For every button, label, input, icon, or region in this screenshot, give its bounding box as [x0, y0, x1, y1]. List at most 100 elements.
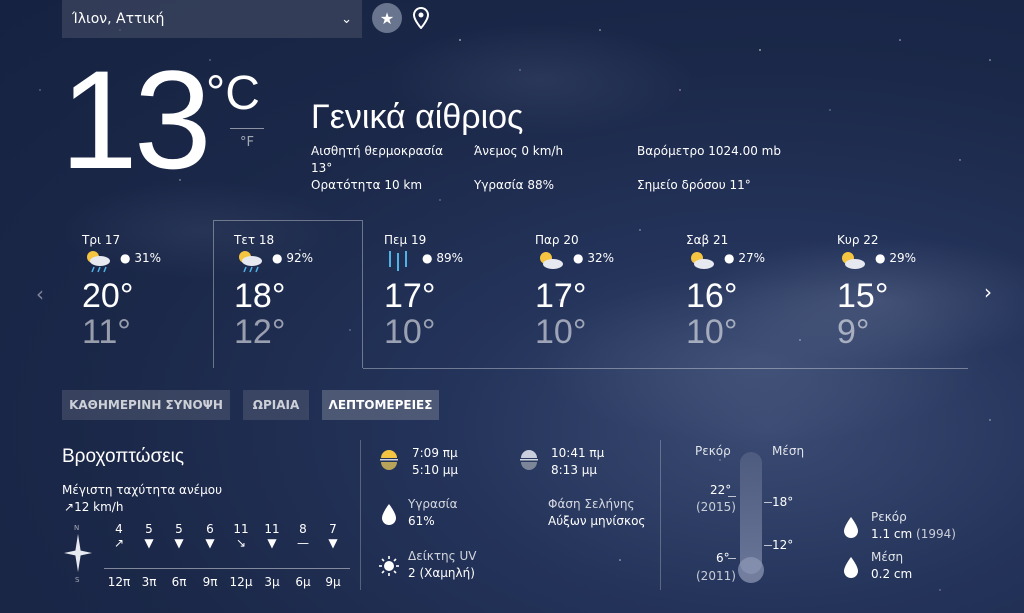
wind-speed: 11: [233, 522, 249, 536]
tab-hourly[interactable]: ΩΡΙΑΙΑ: [243, 390, 309, 420]
current-location-button[interactable]: [410, 5, 432, 31]
precip-record: 1.1 cm (1994): [871, 527, 956, 541]
moonrise-moonset-icon: [520, 450, 538, 470]
forecast-day-name: Κυρ 22: [837, 233, 879, 247]
moon-phase-value: Αύξων μηνίσκος: [548, 514, 646, 528]
partly-cloudy-icon: [842, 252, 865, 269]
unit-separator: [230, 128, 264, 129]
partly-cloudy-rain-icon: [239, 251, 262, 273]
record-high-temp: 22°: [710, 483, 732, 497]
current-temperature: 13: [60, 41, 212, 198]
column-divider: [360, 440, 361, 590]
precip-average-label: Μέση: [871, 550, 904, 564]
average-label: Μέση: [772, 444, 805, 458]
wind-speed: 6: [206, 522, 214, 536]
forecast-day[interactable]: Πεμ 19 ● 89% 17° 10°: [384, 233, 534, 363]
partly-cloudy-rain-icon: [87, 251, 110, 273]
wind-hour-col: 11 ▼: [257, 522, 287, 550]
moonset-time: 8:13 μμ: [551, 463, 598, 477]
wind-direction-icon: ↘: [235, 536, 247, 550]
forecast-day[interactable]: Κυρ 22 ● 29% 15° 9°: [837, 233, 987, 363]
wind-direction-icon: ▼: [174, 536, 184, 550]
forecast-low: 10°: [384, 313, 436, 351]
forecast-day[interactable]: Τρι 17 ● 31% 20° 11°: [82, 233, 232, 363]
location-pin-icon: [413, 7, 429, 29]
precip-value: 31%: [134, 251, 161, 265]
wind-hour-col: 8—: [288, 522, 318, 550]
wind-hour-col: 7 ▼: [318, 522, 348, 550]
precip-chance: ● 32%: [573, 251, 614, 265]
forecast-low: 10°: [535, 313, 587, 351]
precip-chance: ● 92%: [272, 251, 313, 265]
tab-daily-summary[interactable]: ΚΑΘΗΜΕΡΙΝΗ ΣΥΝΟΨΗ: [62, 390, 230, 420]
wind-speed: 11: [264, 522, 280, 536]
precip-chance: ● 31%: [120, 251, 161, 265]
wind-hour-col: 5 ▼: [134, 522, 164, 550]
record-high-year: (2015): [696, 500, 736, 514]
forecast-day-name: Σαβ 21: [686, 233, 729, 247]
forecast-day[interactable]: Παρ 20 ● 32% 17° 10°: [535, 233, 685, 363]
forecast-day-selected[interactable]: Τετ 18 ● 92% 18° 12°: [234, 233, 384, 363]
feels-like-label: Αισθητή θερμοκρασία: [311, 144, 444, 158]
wind-direction-icon: ▼: [205, 536, 215, 550]
wind-hour-label: 9π: [202, 575, 218, 589]
precip-value: 32%: [587, 251, 614, 265]
record-low-temp: 6°: [716, 551, 730, 565]
forecast-day-name: Τρι 17: [82, 233, 121, 247]
wind-hour-col: 4 ↗: [104, 522, 134, 550]
max-wind-value: ↗12 km/h: [64, 500, 123, 514]
forecast-low: 12°: [234, 313, 286, 351]
star-plus-icon: ★: [379, 8, 395, 28]
precip-value: 89%: [436, 251, 463, 265]
humidity-drop-icon: [382, 504, 396, 525]
thermometer-bulb: [738, 557, 764, 583]
wind-speed: 5: [175, 522, 183, 536]
wind-hour-label: 6π: [171, 575, 187, 589]
feels-like-value: 13°: [311, 161, 333, 175]
precip-average-value: 0.2 cm: [871, 567, 913, 581]
humidity-value: 61%: [408, 514, 435, 528]
tab-details[interactable]: ΛΕΠΤΟΜΕΡΕΙΕΣ: [322, 390, 439, 420]
wind-direction-icon: ▼: [144, 536, 154, 550]
forecast-day-name: Παρ 20: [535, 233, 579, 247]
location-selector[interactable]: Ίλιον, Αττική ⌄: [62, 0, 362, 38]
record-label: Ρεκόρ: [695, 444, 731, 458]
precip-value: 92%: [286, 251, 313, 265]
wind-hour-label: 12π: [107, 575, 131, 589]
precip-chance: ● 27%: [724, 251, 765, 265]
forecast-low: 11°: [82, 313, 131, 351]
wind-current: Άνεμος 0 km/h: [474, 144, 564, 158]
drop-icon: ●: [422, 251, 433, 265]
add-favorite-button[interactable]: ★: [372, 3, 402, 33]
avg-high-tick: [764, 502, 772, 503]
compass-s: S: [75, 576, 80, 584]
partly-cloudy-icon: [691, 252, 714, 269]
wind-hour-label: 3π: [141, 575, 157, 589]
wind-arrow-icon: ↗: [64, 500, 75, 514]
wind-hour-col: 5 ▼: [164, 522, 194, 550]
max-wind-label: Μέγιστη ταχύτητα ανέμου: [62, 483, 223, 497]
precipitation-title: Βροχοπτώσεις: [62, 446, 185, 467]
uv-sun-icon: [379, 556, 399, 576]
wind-direction-icon: ▼: [267, 536, 277, 550]
avg-high-temp: 18°: [772, 495, 794, 509]
unit-celsius[interactable]: °C: [206, 66, 260, 121]
precip-value: 29%: [889, 251, 916, 265]
wind-hour-label: 12μ: [229, 575, 253, 589]
precip-chance: ● 29%: [875, 251, 916, 265]
forecast-prev-arrow[interactable]: ‹: [36, 282, 44, 306]
unit-fahrenheit[interactable]: °F: [240, 135, 254, 150]
wind-direction-icon: ↗: [113, 536, 125, 550]
forecast-day[interactable]: Σαβ 21 ● 27% 16° 10°: [686, 233, 836, 363]
uv-label: Δείκτης UV: [408, 549, 477, 563]
sunrise-time: 7:09 πμ: [412, 446, 458, 460]
wind-hour-label: 9μ: [325, 575, 341, 589]
forecast-high: 17°: [384, 277, 436, 315]
current-condition: Γενικά αίθριος: [311, 98, 524, 136]
drop-icon: ●: [272, 251, 283, 265]
precip-record-drop-icon: [844, 517, 858, 538]
drop-icon: ●: [120, 251, 131, 265]
precip-record-value: 1.1 cm: [871, 527, 913, 541]
visibility: Ορατότητα 10 km: [311, 178, 423, 192]
sunrise-sunset-icon: [380, 450, 398, 470]
